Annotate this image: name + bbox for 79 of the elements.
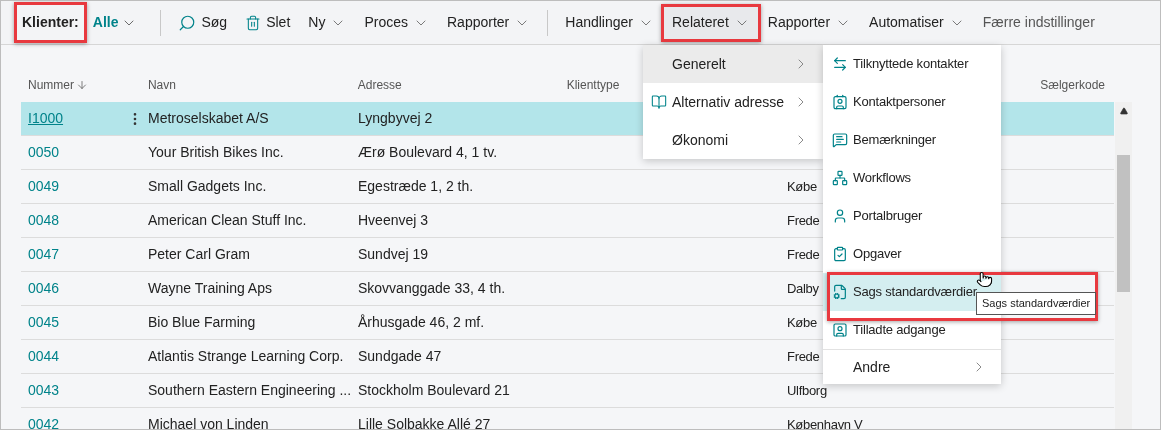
person-frame-icon: [832, 322, 848, 338]
filter-dropdown[interactable]: Alle: [87, 12, 143, 33]
table-cell: Århusgade 46, 2 mf.: [358, 314, 485, 330]
menu-item[interactable]: Portalbruger: [823, 197, 1001, 235]
trash-icon: [245, 14, 262, 31]
table-cell: Købe: [787, 315, 817, 330]
menu-item[interactable]: Alternativ adresse: [643, 83, 823, 121]
toolbar-button[interactable]: Rapporter: [438, 5, 540, 40]
table-cell: Your British Bikes Inc.: [148, 144, 284, 160]
menu-item[interactable]: Kontaktpersoner: [823, 83, 1001, 121]
number-link[interactable]: 0047: [28, 246, 60, 262]
table-cell: Egestræde 1, 2 th.: [358, 178, 474, 194]
arrows-icon: [832, 56, 848, 72]
table-cell: Ulfborg: [787, 383, 827, 398]
column-header[interactable]: Adresse: [357, 76, 402, 94]
table-cell: Stockholm Boulevard 21: [358, 382, 510, 398]
number-link[interactable]: 0050: [28, 144, 60, 160]
table-cell: Frede: [787, 349, 820, 364]
scroll-up-icon[interactable]: [1119, 107, 1128, 115]
column-header[interactable]: Nummer: [28, 76, 88, 94]
table-cell: Sundvej 19: [358, 246, 429, 262]
menu-item[interactable]: Økonomi: [643, 121, 823, 159]
toolbar-button[interactable]: Automatiser: [860, 5, 974, 40]
filter-label: Klienter:: [21, 13, 80, 32]
table-cell: Ærø Boulevard 4, 1 tv.: [358, 144, 497, 160]
number-link[interactable]: 0048: [28, 212, 60, 228]
person-icon: [832, 208, 848, 224]
table-cell: Dalby: [787, 281, 819, 296]
table-cell: Small Gadgets Inc.: [148, 178, 267, 194]
table-cell: Frede: [787, 213, 820, 228]
table-cell: Metroselskabet A/S: [148, 110, 269, 126]
hierarchy-icon: [832, 170, 848, 186]
menu-item[interactable]: Bemærkninger: [823, 121, 1001, 159]
menu-item[interactable]: Opgaver: [823, 235, 1001, 273]
table-cell: Købe: [787, 179, 817, 194]
column-header[interactable]: Klienttype: [566, 76, 620, 94]
menu-item[interactable]: Tilknyttede kontakter: [823, 45, 1001, 83]
toolbar-button[interactable]: Ny: [299, 5, 356, 40]
book-icon: [651, 94, 667, 110]
comment-icon: [832, 132, 848, 148]
table-cell: København V: [787, 417, 863, 429]
contact-card-icon: [832, 94, 848, 110]
hand-cursor-icon: [976, 271, 993, 288]
document-gear-icon: [832, 284, 848, 300]
number-link[interactable]: 0046: [28, 280, 60, 296]
number-link[interactable]: 0042: [28, 416, 60, 429]
toolbar-button[interactable]: Proces: [355, 5, 438, 40]
search-icon: [178, 13, 197, 32]
table-cell: American Clean Stuff Inc.: [148, 212, 307, 228]
column-header[interactable]: Navn: [147, 76, 176, 94]
toolbar-button[interactable]: Rapporter: [758, 5, 861, 40]
table-cell: Peter Carl Gram: [148, 246, 250, 262]
table-cell: Michael von Linden: [148, 416, 269, 429]
menu-item[interactable]: Workflows: [823, 159, 1001, 197]
toolbar-button[interactable]: Søg: [169, 5, 237, 40]
table-cell: Bio Blue Farming: [148, 314, 256, 330]
toolbar-button[interactable]: Relateret: [663, 5, 759, 40]
menu-item[interactable]: Generelt: [643, 45, 823, 83]
table-cell: Frede: [787, 247, 820, 262]
tooltip: Sags standardværdier: [976, 292, 1097, 315]
table-cell: Lyngbyvej 2: [358, 110, 433, 126]
table-cell: Atlantis Strange Learning Corp.: [148, 348, 344, 364]
table-cell: Wayne Training Aps: [148, 280, 272, 296]
toolbar-button[interactable]: Handlinger: [556, 5, 663, 40]
number-link[interactable]: 0043: [28, 382, 60, 398]
table-cell: Skovvanggade 33, 4 th.: [358, 280, 506, 296]
table-cell: Sundgade 47: [358, 348, 442, 364]
number-link[interactable]: 0045: [28, 314, 60, 330]
table-cell: Lille Solbakke Allé 27: [358, 416, 491, 429]
menu-item[interactable]: Tilladte adgange: [823, 311, 1001, 349]
number-link[interactable]: 0044: [28, 348, 60, 364]
table-cell: Southern Eastern Engineering ...: [148, 382, 352, 398]
scrollbar[interactable]: [1115, 102, 1132, 429]
table-cell: Hveenvej 3: [358, 212, 429, 228]
number-link[interactable]: 0049: [28, 178, 60, 194]
clipboard-check-icon: [832, 246, 848, 262]
column-header[interactable]: Sælgerkode: [1040, 76, 1105, 94]
toolbar-button[interactable]: Slet: [236, 5, 300, 40]
toolbar-button[interactable]: Færre indstillinger: [973, 5, 1104, 40]
